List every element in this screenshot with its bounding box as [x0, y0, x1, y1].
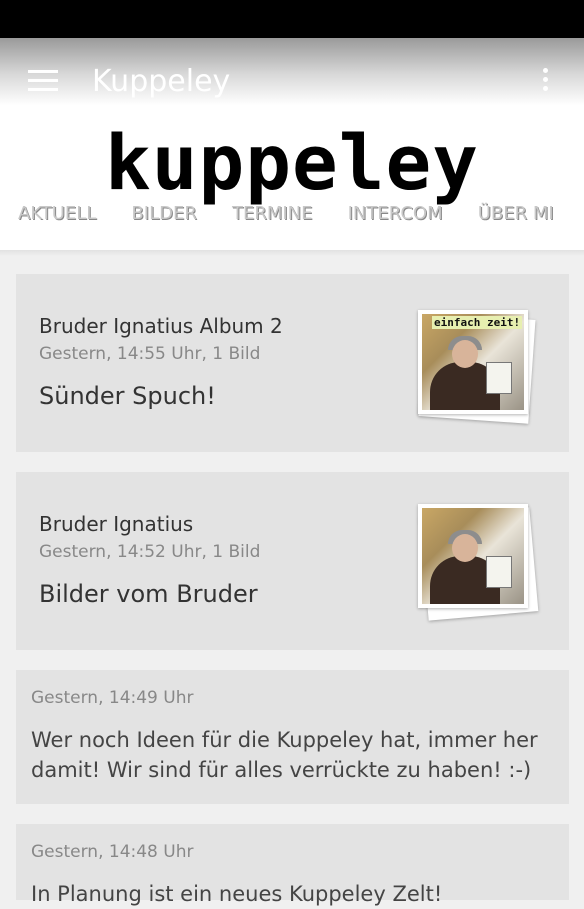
post-title: Bruder Ignatius	[39, 512, 194, 536]
overflow-menu-icon[interactable]	[543, 68, 551, 96]
tab-intercom[interactable]: INTERCOM	[348, 203, 443, 224]
post-card[interactable]: Bruder Ignatius Gestern, 14:52 Uhr, 1 Bi…	[16, 472, 569, 650]
message-text-line: Wer noch Ideen für die Kuppeley hat, imm…	[31, 728, 538, 752]
hamburger-menu-icon[interactable]	[28, 70, 58, 92]
tab-ueber-mich[interactable]: ÜBER MI	[478, 203, 554, 224]
app-title: Kuppeley	[92, 64, 231, 99]
tab-bilder[interactable]: BILDER	[131, 203, 196, 224]
post-meta: Gestern, 14:52 Uhr, 1 Bild	[39, 542, 261, 562]
post-card[interactable]: Bruder Ignatius Album 2 Gestern, 14:55 U…	[16, 274, 569, 452]
message-timestamp: Gestern, 14:48 Uhr	[31, 842, 194, 862]
tab-bar: AKTUELL BILDER TERMINE INTERCOM ÜBER MI	[18, 203, 584, 224]
post-caption: Bilder vom Bruder	[39, 580, 258, 608]
photo-stack-thumbnail[interactable]	[416, 500, 539, 621]
photo-sign-label: einfach zeit!	[432, 316, 523, 329]
tab-aktuell[interactable]: AKTUELL	[18, 203, 96, 224]
tab-termine[interactable]: TERMINE	[232, 203, 313, 224]
app-bar	[0, 38, 584, 128]
post-caption: Sünder Spuch!	[39, 382, 216, 410]
post-meta: Gestern, 14:55 Uhr, 1 Bild	[39, 344, 261, 364]
message-timestamp: Gestern, 14:49 Uhr	[31, 688, 194, 708]
photo-image: einfach zeit!	[422, 314, 524, 410]
message-card[interactable]: Gestern, 14:49 Uhr Wer noch Ideen für di…	[16, 670, 569, 804]
status-bar	[0, 0, 584, 38]
photo-image	[422, 508, 524, 604]
message-text-line: damit! Wir sind für alles verrückte zu h…	[31, 758, 532, 782]
photo-stack-thumbnail[interactable]: einfach zeit!	[416, 306, 536, 424]
message-text-line: In Planung ist ein neues Kuppeley Zelt!	[31, 882, 443, 906]
app-logo: kuppeley	[104, 118, 480, 207]
message-card[interactable]: Gestern, 14:48 Uhr In Planung ist ein ne…	[16, 824, 569, 906]
header-divider	[0, 250, 584, 256]
post-title: Bruder Ignatius Album 2	[39, 314, 283, 338]
